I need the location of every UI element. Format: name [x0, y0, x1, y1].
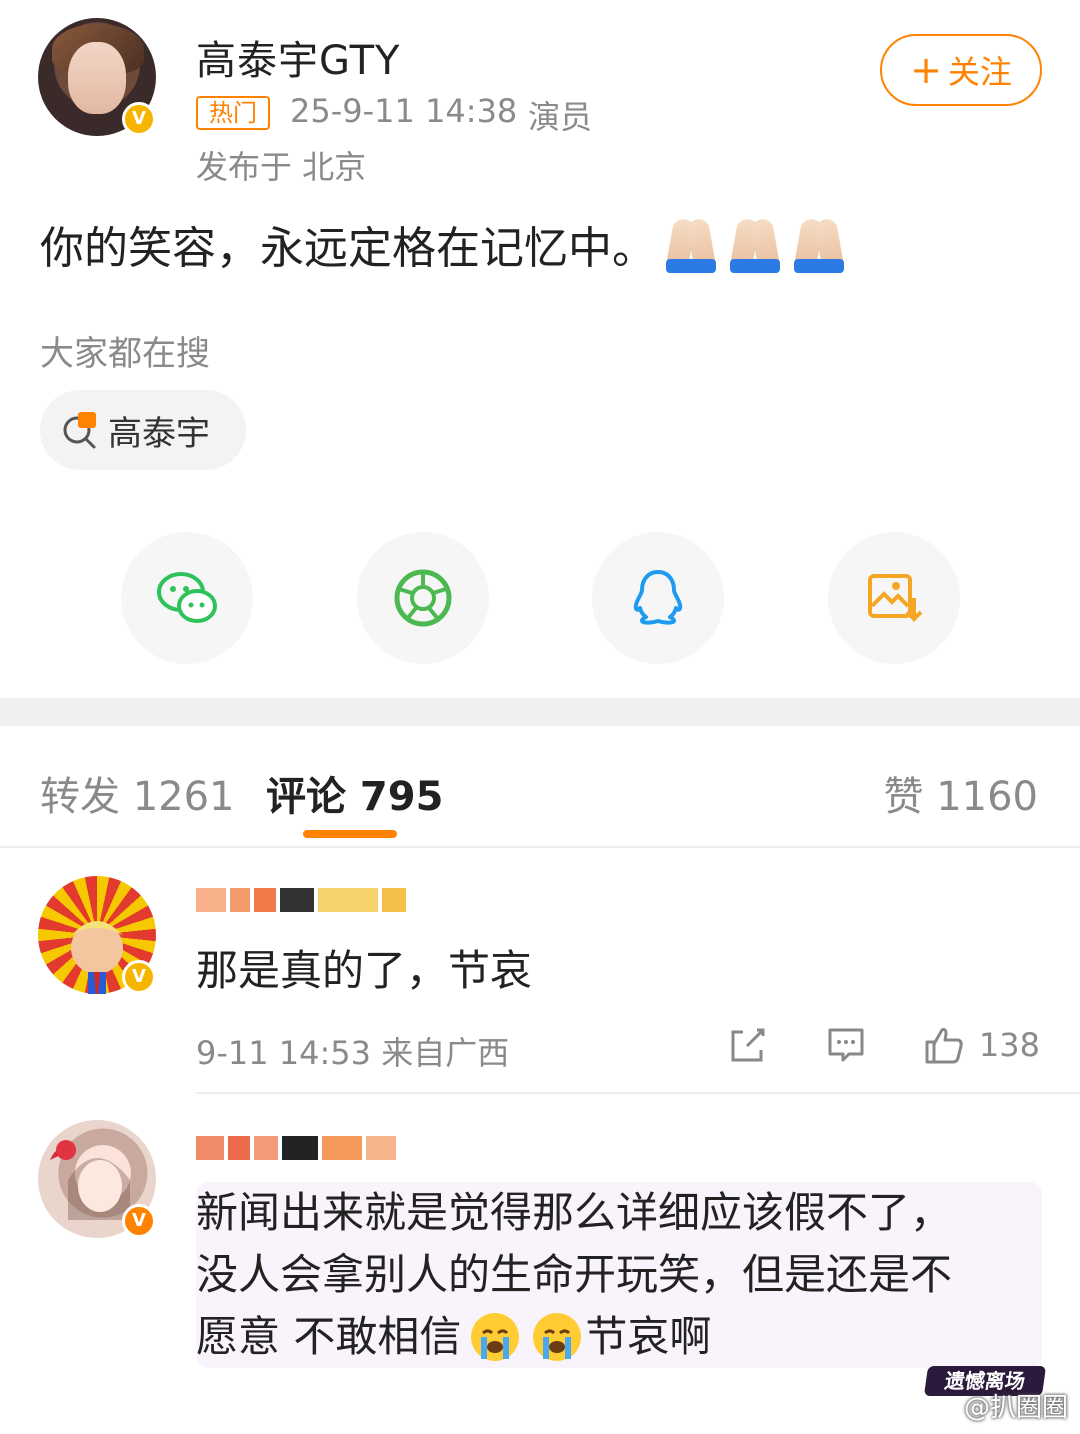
- like-count: 138: [978, 1026, 1040, 1064]
- commenter-name-obscured[interactable]: [196, 1128, 396, 1168]
- verified-icon: V: [122, 1204, 156, 1238]
- author-name[interactable]: 高泰宇GTY: [196, 28, 400, 86]
- author-role: 演员: [528, 98, 593, 136]
- avatar-face: [68, 42, 126, 114]
- moments-icon: [394, 569, 452, 627]
- share-moments-button[interactable]: [357, 532, 489, 664]
- post-time: 25-9-11 14:38: [290, 92, 518, 130]
- pixelated-block: [254, 888, 276, 912]
- comment-text: 那是真的了，节哀: [196, 946, 533, 995]
- comment-actions: 138: [727, 1024, 1040, 1066]
- comment-text-line: 新闻出来就是觉得那么详细应该假不了，: [196, 1188, 953, 1237]
- thumbs-up-icon: [925, 1028, 963, 1064]
- trending-search-heading: 大家都在搜: [40, 334, 210, 374]
- watermark: @扒圈圈: [963, 1393, 1068, 1423]
- verified-icon: V: [122, 102, 156, 136]
- folded-hands-icon: [662, 215, 720, 273]
- plus-icon: +: [910, 48, 942, 92]
- tab-comment[interactable]: 评论 795: [266, 764, 443, 822]
- hot-search-icon: [60, 410, 100, 450]
- crying-face-icon: [533, 1313, 582, 1361]
- comment-text-line: 没人会拿别人的生命开玩笑，但是还是不: [196, 1250, 953, 1299]
- pixelated-block: [196, 1136, 224, 1160]
- active-tab-indicator: [303, 830, 397, 838]
- tab-repost[interactable]: 转发 1261: [40, 764, 235, 822]
- hot-tag: 热门: [196, 96, 270, 130]
- verified-icon: V: [122, 960, 156, 994]
- post-tabs: 转发 1261 评论 795 赞 1160: [0, 726, 1080, 848]
- repost-icon[interactable]: [727, 1024, 769, 1066]
- post-text: 你的笑容，永远定格在记忆中。: [40, 212, 848, 276]
- commenter-name-obscured[interactable]: [196, 880, 406, 920]
- follow-label: 关注: [947, 53, 1012, 91]
- post-card: V 高泰宇GTY 热门 25-9-11 14:38 演员 发布于 北京 + 关注…: [0, 0, 1080, 698]
- trending-search-chip[interactable]: 高泰宇: [40, 390, 246, 470]
- folded-hands-icon: [726, 215, 784, 273]
- save-image-icon: [868, 574, 923, 622]
- share-row: [0, 532, 1080, 666]
- comment-item: V 新闻出来就是觉得那么详细应该假不了， 没人会拿别人的生命开玩笑，但是还是不 …: [0, 1094, 1080, 1434]
- commenter-avatar[interactable]: V: [38, 876, 156, 994]
- wechat-icon: [157, 572, 217, 623]
- pixelated-block: [322, 1136, 362, 1160]
- share-qq-button[interactable]: [592, 532, 724, 664]
- commenter-avatar[interactable]: V: [38, 1120, 156, 1238]
- pixelated-block: [230, 888, 250, 912]
- pixelated-block: [254, 1136, 278, 1160]
- post-location: 发布于 北京: [196, 148, 367, 186]
- comment-text-line: 愿意 不敢相信 节哀啊: [196, 1306, 982, 1368]
- comment-item: V 那是真的了，节哀 9-11 14:53 来自广西 138: [0, 848, 1080, 1094]
- follow-button[interactable]: + 关注: [880, 34, 1042, 106]
- tab-like[interactable]: 赞 1160: [883, 764, 1038, 822]
- comment-text-line-content: 愿意 不敢相信: [196, 1312, 462, 1361]
- author-avatar[interactable]: V: [38, 18, 156, 136]
- section-divider: [0, 698, 1080, 726]
- save-image-button[interactable]: [828, 532, 960, 664]
- comment-text: 新闻出来就是觉得那么详细应该假不了， 没人会拿别人的生命开玩笑，但是还是不 愿意…: [196, 1182, 1042, 1368]
- pixelated-block: [366, 1136, 396, 1160]
- crying-face-icon: [471, 1313, 520, 1361]
- like-control[interactable]: 138: [923, 1024, 1040, 1066]
- comment-meta: 9-11 14:53 来自广西: [196, 1034, 510, 1072]
- comment-text-tail: 节哀啊: [585, 1312, 712, 1361]
- folded-hands-icon: [790, 215, 848, 273]
- post-text-content: 你的笑容，永远定格在记忆中。: [40, 223, 656, 274]
- comment-icon[interactable]: [825, 1024, 867, 1066]
- share-wechat-button[interactable]: [121, 532, 253, 664]
- pixelated-block: [382, 888, 406, 912]
- pixelated-block: [280, 888, 314, 912]
- pixelated-block: [196, 888, 226, 912]
- pixelated-block: [318, 888, 378, 912]
- pixelated-block: [282, 1136, 318, 1160]
- pixelated-block: [228, 1136, 250, 1160]
- qq-icon: [633, 570, 683, 625]
- trending-search-label: 高泰宇: [108, 413, 210, 454]
